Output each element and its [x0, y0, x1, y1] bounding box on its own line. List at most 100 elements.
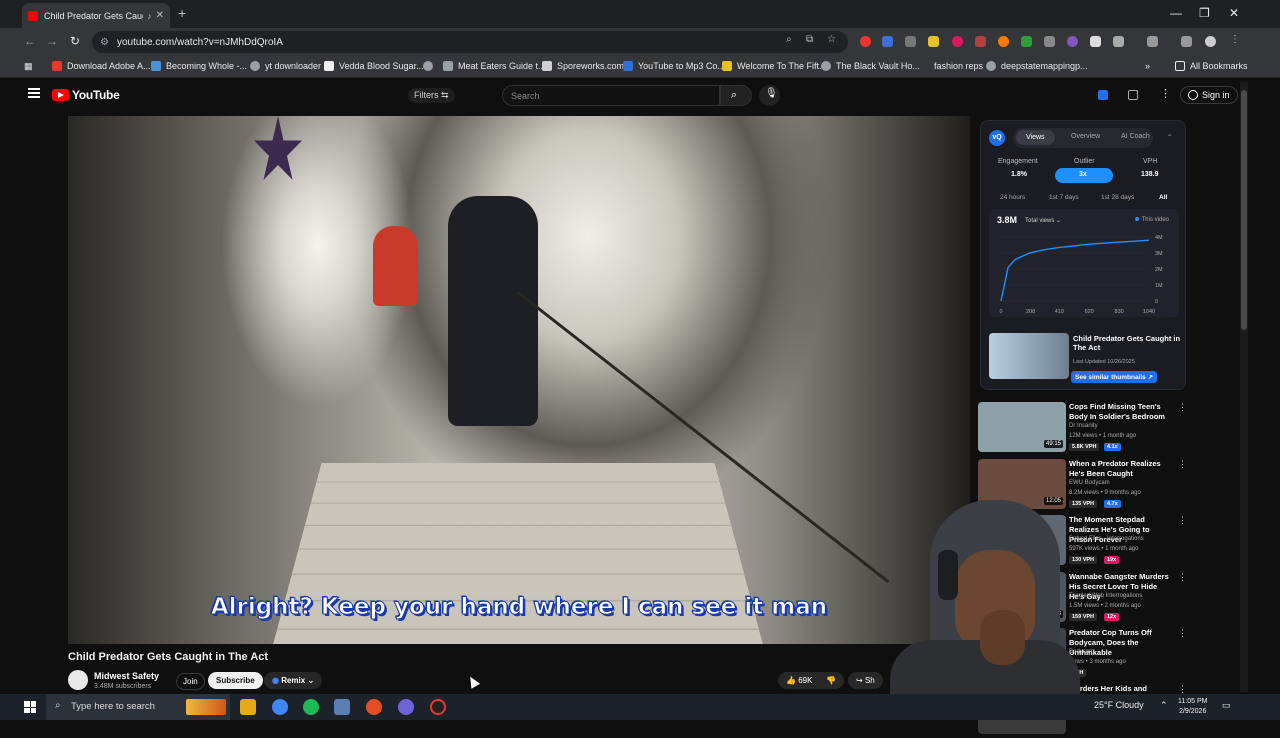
- close-window-icon[interactable]: ✕: [1229, 6, 1239, 20]
- collapse-icon[interactable]: ⌃: [1166, 133, 1173, 142]
- extension-6-icon[interactable]: [975, 36, 986, 47]
- bookmark-star-icon[interactable]: ☆: [827, 34, 836, 45]
- period-24h[interactable]: 24 hours: [1000, 194, 1025, 201]
- all-bookmarks-button[interactable]: All Bookmarks: [1175, 61, 1248, 71]
- scrollbar-thumb[interactable]: [1241, 90, 1247, 330]
- search-button[interactable]: ⌕: [720, 85, 752, 106]
- more-actions-icon[interactable]: ⋮: [1178, 402, 1187, 413]
- extension-8-icon[interactable]: [1021, 36, 1032, 47]
- page-scrollbar[interactable]: [1240, 82, 1248, 692]
- vph-value: 138.9: [1141, 171, 1159, 178]
- speaker-icon[interactable]: ♪: [147, 11, 152, 21]
- bookmark-item[interactable]: YouTube to Mp3 Co...: [623, 61, 725, 71]
- reload-icon[interactable]: ↻: [70, 34, 80, 48]
- more-bookmarks-icon[interactable]: »: [1145, 61, 1150, 71]
- period-all[interactable]: All: [1159, 194, 1167, 201]
- like-button[interactable]: 👍 69K: [778, 672, 821, 689]
- more-actions-icon[interactable]: ⋮: [1178, 628, 1187, 639]
- browser-tab-active[interactable]: Child Predator Gets Caught ♪ ✕: [22, 3, 170, 28]
- remix-button[interactable]: ◉ Remix ⌄: [264, 672, 323, 689]
- minimize-icon[interactable]: —: [1170, 6, 1182, 20]
- extension-4-icon[interactable]: [928, 36, 939, 47]
- tab-overview[interactable]: Overview: [1071, 133, 1100, 140]
- tab-views[interactable]: Views: [1016, 130, 1055, 145]
- bookmark-item[interactable]: Download Adobe A...: [52, 61, 151, 71]
- address-bar[interactable]: ⚙ youtube.com/watch?v=nJMhDdQroIA: [92, 31, 848, 53]
- discord-icon[interactable]: [398, 699, 414, 715]
- forward-icon[interactable]: →: [46, 34, 58, 48]
- extension-header-icon[interactable]: [1098, 90, 1108, 100]
- filters-button[interactable]: Filters ⇆: [408, 88, 455, 103]
- new-tab-button[interactable]: +: [178, 5, 186, 21]
- more-actions-icon[interactable]: ⋮: [1178, 515, 1187, 526]
- profile-icon[interactable]: [1205, 36, 1216, 47]
- extensions-puzzle-icon[interactable]: [1113, 36, 1124, 47]
- bookmark-item[interactable]: Vedda Blood Sugar...: [324, 61, 424, 71]
- bookmark-favicon-icon: [722, 61, 732, 71]
- sidepanel-icon[interactable]: [1147, 36, 1158, 47]
- site-info-icon[interactable]: ⚙: [100, 37, 109, 48]
- extension-1-icon[interactable]: [860, 36, 871, 47]
- extension-5-icon[interactable]: [952, 36, 963, 47]
- video-player[interactable]: Alright? Keep your hand where I can see …: [68, 116, 970, 644]
- back-icon[interactable]: ←: [24, 34, 36, 48]
- channel-avatar[interactable]: [68, 670, 88, 690]
- start-button[interactable]: [24, 701, 36, 713]
- channel-name[interactable]: Midwest Safety: [94, 671, 159, 681]
- extension-3-icon[interactable]: [905, 36, 916, 47]
- subscribe-button[interactable]: Subscribe: [208, 672, 263, 689]
- weather-status[interactable]: 25°F Cloudy: [1094, 700, 1144, 710]
- bookmark-item[interactable]: fashion reps: [934, 61, 983, 71]
- sign-in-button[interactable]: Sign in: [1180, 86, 1238, 104]
- join-button[interactable]: Join: [176, 673, 205, 690]
- extension-11-icon[interactable]: [1090, 36, 1101, 47]
- bookmark-item[interactable]: The Black Vault Ho...: [821, 61, 920, 71]
- bookmark-item[interactable]: yt downloader: [250, 61, 321, 71]
- bookmark-item[interactable]: Becoming Whole -...: [151, 61, 247, 71]
- bookmark-item[interactable]: Sporeworks.com: [542, 61, 624, 71]
- mic-icon: 🎙: [765, 88, 778, 99]
- extension-7-icon[interactable]: [998, 36, 1009, 47]
- search-highlight-icon: [186, 699, 226, 715]
- hamburger-menu-icon[interactable]: [28, 88, 40, 98]
- voice-search-button[interactable]: 🎙: [759, 85, 780, 106]
- extension-2-icon[interactable]: [882, 36, 893, 47]
- notifications-icon[interactable]: ▭: [1222, 700, 1231, 711]
- more-options-icon[interactable]: ⋮: [1160, 87, 1171, 100]
- install-app-icon[interactable]: ⧉: [806, 34, 813, 45]
- chrome-icon[interactable]: [272, 699, 288, 715]
- period-28d[interactable]: 1st 28 days: [1101, 194, 1134, 201]
- y-tick-label: 1M: [1155, 283, 1163, 289]
- obs-icon[interactable]: [430, 699, 446, 715]
- bookmark-item[interactable]: Meat Eaters Guide t...: [443, 61, 546, 71]
- bookmark-item[interactable]: deepstatemappingp...: [986, 61, 1088, 71]
- app-icon-2[interactable]: [366, 699, 382, 715]
- extension-header-icon-2[interactable]: [1128, 90, 1138, 100]
- restore-icon[interactable]: ❐: [1199, 6, 1210, 20]
- zoom-icon[interactable]: ⌕: [786, 34, 792, 45]
- recommended-video[interactable]: 49:15 Cops Find Missing Teen's Body In So…: [978, 402, 1187, 456]
- search-input[interactable]: Search: [502, 85, 720, 106]
- file-explorer-icon[interactable]: [240, 699, 256, 715]
- browser-menu-icon[interactable]: ⋮: [1230, 34, 1240, 45]
- youtube-logo[interactable]: YouTube: [52, 88, 120, 102]
- video-thumbnail[interactable]: [989, 333, 1069, 379]
- close-tab-icon[interactable]: ✕: [156, 10, 164, 21]
- spotify-icon[interactable]: [303, 699, 319, 715]
- subscriber-count: 3.48M subscribers: [94, 683, 152, 690]
- more-actions-icon[interactable]: ⋮: [1178, 459, 1187, 470]
- bookmark-item[interactable]: [423, 61, 438, 71]
- extension-9-icon[interactable]: [1044, 36, 1055, 47]
- extension-10-icon[interactable]: [1067, 36, 1078, 47]
- dislike-button[interactable]: 👎: [818, 672, 844, 689]
- period-7d[interactable]: 1st 7 days: [1049, 194, 1079, 201]
- apps-grid-icon[interactable]: ▦: [24, 61, 33, 72]
- clock[interactable]: 11:05 PM 2/9/2026: [1178, 697, 1207, 717]
- bookmark-item[interactable]: Welcome To The Fift...: [722, 61, 827, 71]
- app-icon[interactable]: [334, 699, 350, 715]
- tray-expand-icon[interactable]: ⌃: [1160, 700, 1168, 711]
- downloads-icon[interactable]: [1181, 36, 1192, 47]
- more-actions-icon[interactable]: ⋮: [1178, 572, 1187, 583]
- tab-ai-coach[interactable]: AI Coach: [1121, 133, 1150, 140]
- see-similar-thumbnails-button[interactable]: See similar thumbnails ↗: [1071, 371, 1158, 383]
